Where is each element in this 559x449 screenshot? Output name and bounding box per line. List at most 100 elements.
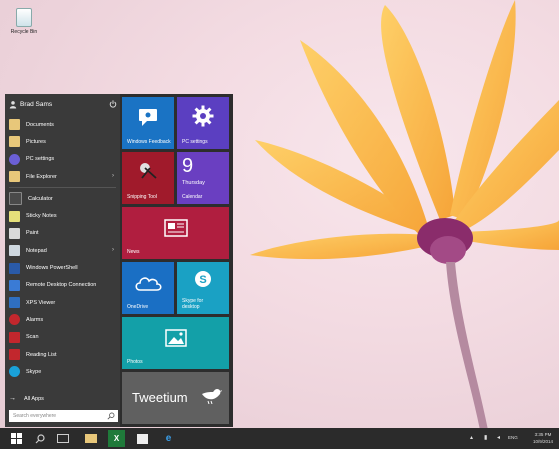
taskbar-search-button[interactable]	[31, 430, 48, 447]
menu-item-alarms[interactable]: Alarms	[5, 311, 120, 328]
menu-item-pictures[interactable]: Pictures	[5, 133, 120, 150]
tile-label: Snipping Tool	[127, 194, 157, 200]
cloud-icon	[135, 277, 162, 291]
tile-pc-settings[interactable]: PC settings	[177, 97, 229, 149]
task-view-icon	[56, 434, 69, 443]
notepad-icon	[9, 245, 20, 257]
alarm-icon	[9, 314, 20, 326]
menu-item-reading-list[interactable]: Reading List	[5, 346, 120, 363]
user-name: Brad Sams	[20, 100, 53, 108]
menu-item-windows-powershell[interactable]: Windows PowerShell	[5, 259, 120, 276]
windows-logo-icon	[11, 433, 22, 444]
calendar-weekday: Thursday	[182, 180, 205, 186]
tile-tweetium[interactable]: Tweetium	[122, 372, 229, 424]
calculator-icon	[9, 192, 22, 206]
start-menu: Brad Sams Documents Pictures PC settings	[5, 94, 233, 427]
menu-item-file-explorer[interactable]: File Explorer ›	[5, 168, 120, 185]
reading-list-icon	[9, 349, 20, 360]
user-icon	[9, 100, 17, 108]
network-icon[interactable]: ▮	[484, 434, 487, 441]
gear-icon	[9, 153, 20, 165]
divider	[9, 187, 116, 189]
tile-windows-feedback[interactable]: Windows Feedback	[122, 97, 174, 149]
menu-item-documents[interactable]: Documents	[5, 116, 120, 133]
powershell-icon	[9, 262, 20, 274]
search-input[interactable]: Search everywhere	[9, 410, 118, 422]
chevron-right-icon[interactable]: ›	[112, 247, 114, 253]
menu-item-label: Scan	[26, 334, 39, 341]
menu-item-label: PC settings	[26, 156, 55, 163]
snipping-tool-icon	[140, 163, 157, 179]
date: 10/9/2014	[532, 439, 553, 444]
menu-item-label: Reading List	[26, 351, 57, 358]
menu-item-paint[interactable]: Paint	[5, 225, 120, 242]
user-account[interactable]: Brad Sams	[9, 97, 117, 111]
tile-label: Windows Feedback	[127, 139, 171, 145]
menu-item-remote-desktop[interactable]: Remote Desktop Connection	[5, 277, 120, 294]
search-placeholder: Search everywhere	[13, 413, 57, 419]
taskbar-internet-explorer[interactable]: e	[160, 430, 177, 447]
remote-desktop-icon	[9, 279, 20, 291]
tile-skype[interactable]: S Skype for desktop	[177, 262, 229, 314]
menu-item-label: Documents	[26, 121, 54, 128]
tile-snipping-tool[interactable]: Snipping Tool	[122, 152, 174, 204]
browser-icon: e	[165, 433, 172, 444]
chevron-right-icon[interactable]: ›	[112, 173, 114, 179]
xps-viewer-icon	[9, 297, 20, 309]
clock[interactable]: 3:35 PM 10/9/2014	[533, 431, 553, 445]
menu-item-label: Pictures	[26, 138, 46, 145]
all-apps-label: All Apps	[24, 395, 44, 402]
tray-up-arrow-icon[interactable]: ▴	[470, 434, 473, 441]
menu-item-sticky-notes[interactable]: Sticky Notes	[5, 207, 120, 224]
skype-icon: S	[195, 271, 211, 287]
bird-icon	[202, 389, 222, 404]
tile-news[interactable]: News	[122, 207, 229, 259]
news-icon	[164, 219, 188, 237]
menu-item-notepad[interactable]: Notepad ›	[5, 242, 120, 259]
tile-label: News	[127, 249, 140, 255]
menu-item-label: Alarms	[26, 316, 44, 323]
taskbar-app[interactable]	[134, 430, 151, 447]
folder-icon	[84, 434, 97, 443]
power-icon[interactable]	[109, 100, 117, 108]
feedback-icon	[139, 109, 157, 126]
menu-item-calculator[interactable]: Calculator	[5, 190, 120, 207]
tile-onedrive[interactable]: OneDrive	[122, 262, 174, 314]
task-view-button[interactable]	[54, 430, 71, 447]
photos-icon	[165, 329, 187, 347]
language-indicator[interactable]: ENG	[508, 435, 518, 440]
start-menu-left-column: Brad Sams Documents Pictures PC settings	[5, 94, 120, 427]
app-window-icon	[137, 433, 148, 444]
recycle-bin-desktop-icon[interactable]: Recycle Bin	[6, 8, 42, 35]
start-menu-app-list: Documents Pictures PC settings File Expl…	[5, 116, 120, 380]
gear-icon	[192, 105, 214, 127]
search-icon	[107, 412, 115, 420]
menu-item-label: Windows PowerShell	[26, 265, 78, 272]
menu-item-xps-viewer[interactable]: XPS Viewer	[5, 294, 120, 311]
tile-label: PC settings	[182, 139, 208, 145]
taskbar-file-explorer[interactable]	[82, 430, 99, 447]
menu-item-label: Paint	[26, 230, 39, 237]
volume-icon[interactable]: ◂	[497, 434, 500, 441]
tile-label: Skype for desktop	[182, 298, 204, 310]
tile-calendar[interactable]: 9 Thursday Calendar	[177, 152, 229, 204]
all-apps-button[interactable]: → All Apps	[9, 395, 44, 402]
tile-photos[interactable]: Photos	[122, 317, 229, 369]
menu-item-label: File Explorer	[26, 173, 57, 180]
spreadsheet-icon: X	[113, 434, 120, 443]
time: 3:35 PM	[534, 432, 552, 437]
tile-label: OneDrive	[127, 304, 149, 310]
start-button[interactable]	[8, 430, 25, 447]
menu-item-label: Sticky Notes	[26, 213, 57, 220]
folder-icon	[9, 119, 20, 131]
taskbar-excel[interactable]: X	[108, 430, 125, 447]
menu-item-pc-settings[interactable]: PC settings	[5, 151, 120, 168]
sticky-notes-icon	[9, 210, 20, 222]
recycle-bin-icon	[16, 8, 32, 27]
menu-item-scan[interactable]: Scan	[5, 329, 120, 346]
paint-icon	[9, 227, 20, 239]
folder-icon	[9, 136, 20, 148]
menu-item-skype[interactable]: Skype	[5, 363, 120, 380]
folder-icon	[9, 171, 20, 183]
recycle-bin-label: Recycle Bin	[10, 29, 38, 35]
